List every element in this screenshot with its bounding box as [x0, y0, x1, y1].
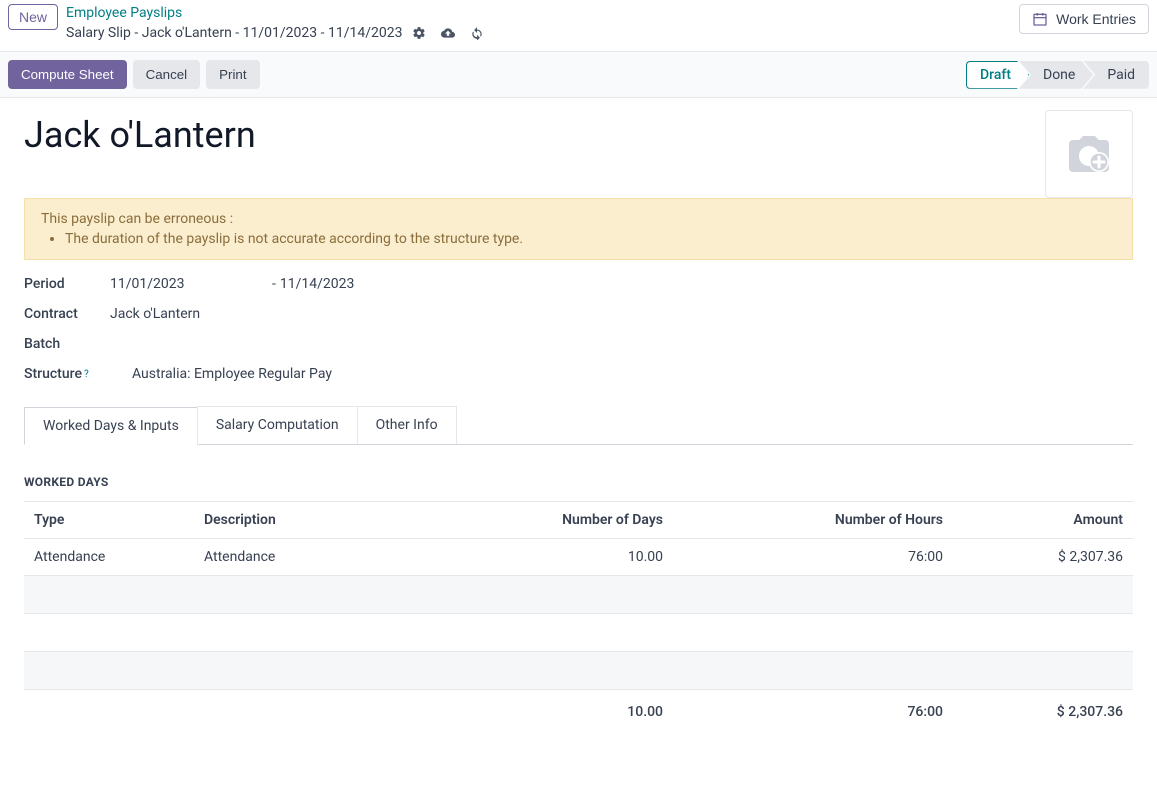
cell-hours: 76:00	[673, 539, 953, 576]
period-separator: -	[272, 276, 276, 292]
period-to[interactable]: 11/14/2023	[280, 276, 355, 292]
gear-icon[interactable]	[412, 26, 426, 40]
work-entries-label: Work Entries	[1056, 11, 1136, 27]
alert-item: The duration of the payslip is not accur…	[65, 231, 1116, 247]
help-icon[interactable]: ?	[84, 369, 89, 380]
print-button[interactable]: Print	[206, 60, 259, 89]
col-description[interactable]: Description	[194, 502, 473, 539]
cell-description: Attendance	[194, 539, 473, 576]
new-button[interactable]: New	[8, 4, 58, 30]
period-label: Period	[24, 276, 110, 292]
cell-type: Attendance	[24, 539, 194, 576]
structure-label: Structure?	[24, 366, 110, 382]
col-amount[interactable]: Amount	[953, 502, 1133, 539]
col-days[interactable]: Number of Days	[473, 502, 673, 539]
worked-days-title: WORKED DAYS	[24, 475, 1133, 489]
camera-plus-icon	[1059, 130, 1119, 178]
period-from[interactable]: 11/01/2023	[110, 276, 272, 292]
table-row[interactable]	[24, 576, 1133, 614]
contract-value[interactable]: Jack o'Lantern	[110, 306, 200, 322]
tab-other-info[interactable]: Other Info	[357, 406, 457, 444]
structure-value[interactable]: Australia: Employee Regular Pay	[132, 366, 332, 382]
tabs: Worked Days & Inputs Salary Computation …	[24, 406, 1133, 445]
total-days: 10.00	[473, 690, 673, 731]
status-bar: Draft Done Paid	[966, 61, 1149, 89]
col-hours[interactable]: Number of Hours	[673, 502, 953, 539]
status-draft[interactable]: Draft	[966, 61, 1029, 89]
breadcrumb-parent-link[interactable]: Employee Payslips	[66, 4, 484, 24]
calendar-icon	[1032, 11, 1048, 27]
work-entries-button[interactable]: Work Entries	[1019, 4, 1149, 34]
cancel-button[interactable]: Cancel	[133, 60, 201, 89]
record-title: Jack o'Lantern	[24, 114, 1133, 156]
tab-worked-days[interactable]: Worked Days & Inputs	[24, 407, 198, 445]
warning-alert: This payslip can be erroneous : The dura…	[24, 198, 1133, 260]
total-amount: $ 2,307.36	[953, 690, 1133, 731]
cloud-upload-icon[interactable]	[440, 26, 456, 40]
totals-row: 10.00 76:00 $ 2,307.36	[24, 690, 1133, 731]
cell-days: 10.00	[473, 539, 673, 576]
alert-heading: This payslip can be erroneous :	[41, 211, 1116, 227]
batch-label: Batch	[24, 336, 110, 352]
worked-days-table: Type Description Number of Days Number o…	[24, 501, 1133, 730]
contract-label: Contract	[24, 306, 110, 322]
compute-sheet-button[interactable]: Compute Sheet	[8, 60, 127, 89]
table-row[interactable]	[24, 614, 1133, 652]
undo-icon[interactable]	[470, 26, 484, 40]
tab-salary-computation[interactable]: Salary Computation	[197, 406, 358, 444]
table-row[interactable]	[24, 652, 1133, 690]
breadcrumb: Employee Payslips Salary Slip - Jack o'L…	[66, 4, 484, 43]
cell-amount: $ 2,307.36	[953, 539, 1133, 576]
total-hours: 76:00	[673, 690, 953, 731]
image-upload[interactable]	[1045, 110, 1133, 198]
breadcrumb-current: Salary Slip - Jack o'Lantern - 11/01/202…	[66, 24, 402, 44]
col-type[interactable]: Type	[24, 502, 194, 539]
table-row[interactable]: Attendance Attendance 10.00 76:00 $ 2,30…	[24, 539, 1133, 576]
status-done[interactable]: Done	[1019, 61, 1093, 89]
